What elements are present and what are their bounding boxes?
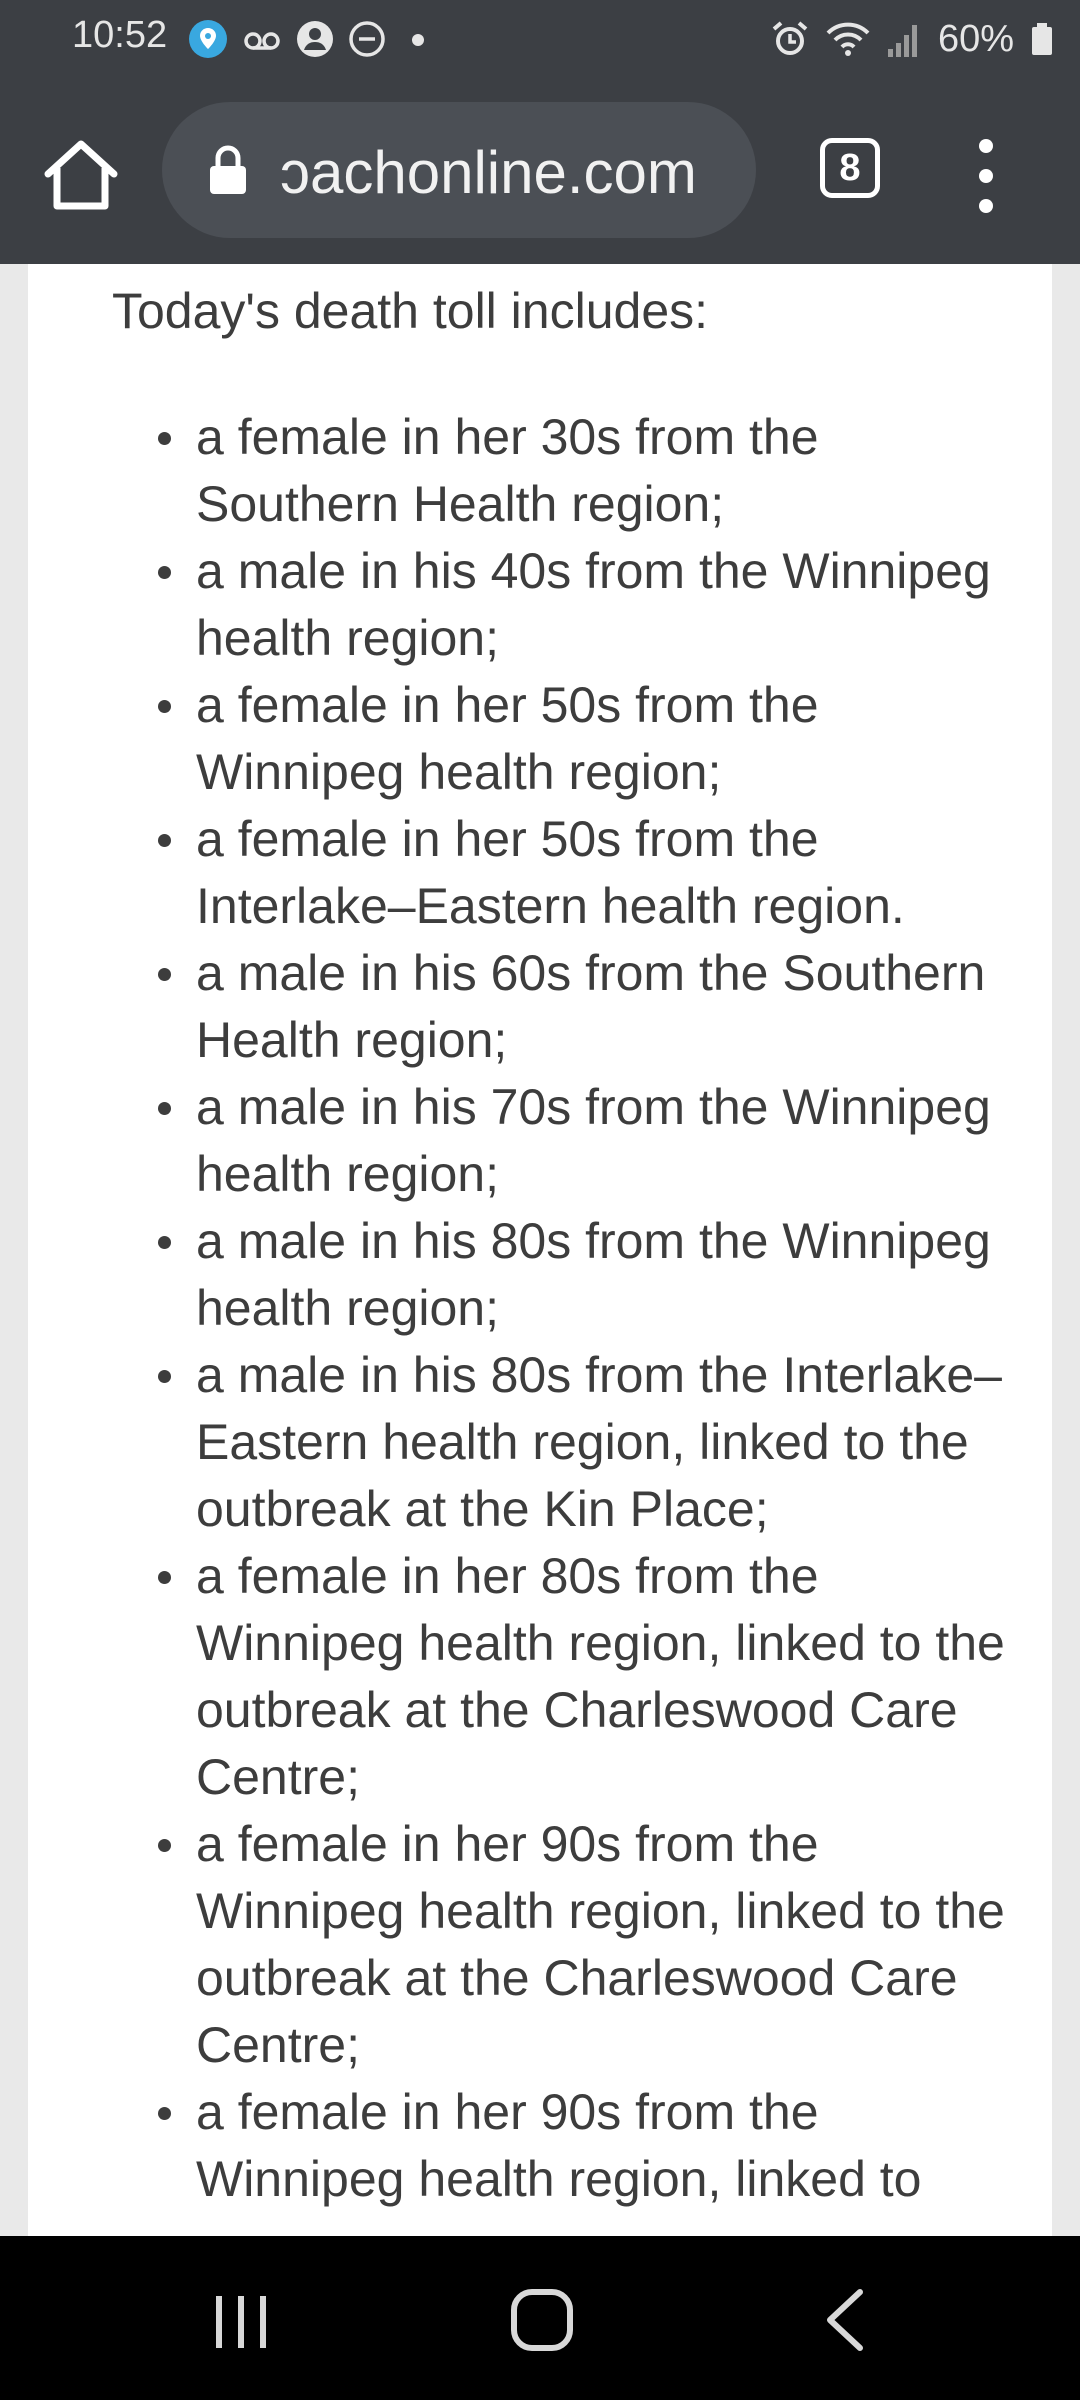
do-not-disturb-icon [349,21,385,57]
back-icon[interactable] [822,2288,866,2352]
system-status: 60% [770,14,1054,64]
battery-percent: 60% [937,17,1014,60]
recent-apps-icon[interactable] [212,2294,270,2350]
list-item: a male in his 80s from the Winnipeg heal… [28,1208,1028,1342]
article-content: Today's death toll includes: a female in… [28,264,1052,2236]
list-item: a male in his 80s from the Interlake–Eas… [28,1342,1028,1543]
location-icon [189,20,227,58]
account-icon [297,21,333,57]
nav-home-icon[interactable] [510,2288,574,2352]
death-toll-list: a female in her 30s from the Southern He… [28,404,1028,2213]
list-item: a female in her 30s from the Southern He… [28,404,1028,538]
navigation-bar [0,2236,1080,2400]
list-item: a male in his 40s from the Winnipeg heal… [28,538,1028,672]
signal-icon [887,25,917,57]
home-icon[interactable] [40,134,122,216]
battery-icon [1032,23,1052,55]
alarm-icon [772,21,808,55]
tab-switcher-button[interactable]: 8 [820,138,880,198]
list-item: a female in her 50s from the Winnipeg he… [28,672,1028,806]
more-options-icon[interactable] [966,136,1006,216]
list-item: a female in her 90s from the Winnipeg he… [28,1811,1028,2079]
dot-icon [412,34,424,46]
lock-icon [210,145,246,194]
wifi-icon [826,22,870,56]
status-bar: 10:52 60% [0,0,1080,78]
death-toll-intro: Today's death toll includes: [112,283,709,339]
status-time: 10:52 [72,14,168,56]
list-item: a female in her 50s from the Interlake–E… [28,806,1028,940]
list-item: a male in his 60s from the Southern Heal… [28,940,1028,1074]
list-item: a female in her 90s from the Winnipeg he… [28,2079,1028,2213]
list-item: a male in his 70s from the Winnipeg heal… [28,1074,1028,1208]
address-bar[interactable]: ɔachonline.com [162,102,756,238]
voicemail-icon [244,32,280,50]
url-text[interactable]: ɔachonline.com [280,138,740,207]
notification-icons [188,18,430,60]
browser-toolbar: ɔachonline.com 8 [0,78,1080,264]
list-item: a female in her 80s from the Winnipeg he… [28,1543,1028,1811]
